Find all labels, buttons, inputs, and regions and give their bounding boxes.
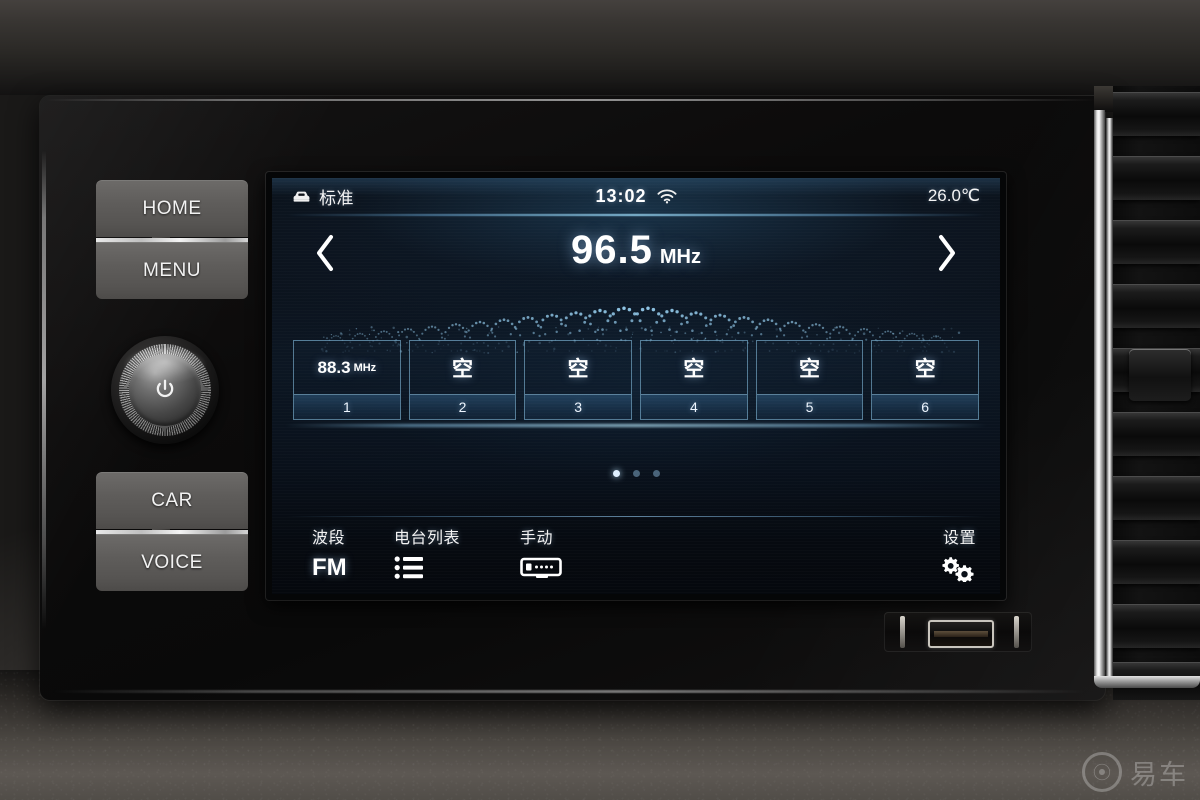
chevron-right-icon [935,233,959,273]
vent-slat[interactable] [1113,284,1200,328]
watermark: ⦿ 易车 [1082,752,1188,792]
preset-index-1: 1 [294,394,400,419]
page-dot-3[interactable] [653,470,660,477]
preset-unit-1: MHz [354,362,377,374]
wifi-icon [657,189,677,204]
car-button[interactable]: CAR [96,472,248,529]
dashboard-upper-trim [0,0,1200,95]
band-label: 波段 [312,524,347,548]
watermark-text: 易车 [1130,753,1188,792]
settings-button[interactable]: 设置 [938,524,976,582]
home-button[interactable]: HOME [96,180,248,237]
power-volume-knob[interactable] [111,336,219,444]
station-list-button[interactable]: 电台列表 [394,524,460,582]
preset-value-text-4: 空 [683,353,704,383]
vent-chrome-bottom-trim [1094,676,1200,688]
preset-value-2: 空 [410,341,516,394]
tuner-row: 96.5 MHz [272,222,1000,284]
temperature-unit: ℃ [961,186,980,206]
infotainment-screen[interactable]: 标准 13:02 26.0 ℃ 96.5 MHz 88.3 MHz 1 空 2 … [272,178,1000,594]
preset-button-1[interactable]: 88.3 MHz 1 [293,340,401,420]
voice-button-label: VOICE [141,552,203,574]
vent-slat[interactable] [1113,604,1200,648]
preset-index-3: 3 [525,394,631,419]
preset-button-6[interactable]: 空 6 [871,340,979,420]
preset-value-5: 空 [757,341,863,394]
head-unit-bottom-edge [52,690,1087,693]
settings-icon-wrap [938,554,976,582]
gears-icon [938,554,976,582]
vent-slat[interactable] [1113,92,1200,136]
status-bar-center: 13:02 [272,186,1000,207]
preset-value-4: 空 [641,341,747,394]
home-button-label: HOME [143,198,202,220]
manual-label: 手动 [520,524,562,548]
usb-port[interactable] [928,620,994,648]
menu-button[interactable]: MENU [96,242,248,299]
page-dot-2[interactable] [633,470,640,477]
head-unit-left-chrome-trim [42,150,46,630]
vent-chrome-trim-outer [1094,110,1105,680]
preset-index-6: 6 [872,394,978,419]
page-indicator[interactable] [272,470,1000,477]
vent-direction-knob[interactable] [1129,349,1191,401]
power-icon [152,377,178,403]
vent-slat[interactable] [1113,412,1200,456]
preset-value-text-1: 88.3 [317,358,350,378]
list-icon [394,555,424,581]
manual-icon-wrap [520,554,562,582]
preset-button-4[interactable]: 空 4 [640,340,748,420]
status-bar-right: 26.0 ℃ [928,186,980,206]
station-list-icon-wrap [394,554,460,582]
vent-slat[interactable] [1113,476,1200,520]
next-station-button[interactable] [924,230,970,276]
frequency-unit: MHz [660,246,701,268]
preset-button-2[interactable]: 空 2 [409,340,517,420]
preset-index-4: 4 [641,394,747,419]
page-dot-1[interactable] [613,470,620,477]
manual-tuner-icon [520,556,562,580]
vent-slat[interactable] [1113,540,1200,584]
band-button[interactable]: 波段 FM [312,524,347,582]
vent-chrome-trim-inner [1106,118,1113,680]
status-bar-divider [286,214,986,216]
preset-index-5: 5 [757,394,863,419]
knob-face [129,354,201,426]
preset-value-text-5: 空 [799,353,820,383]
vent-slat[interactable] [1113,220,1200,264]
preset-index-2: 2 [410,394,516,419]
preset-value-text-2: 空 [452,353,473,383]
status-bar: 标准 13:02 26.0 ℃ [272,178,1000,214]
preset-underglow [284,424,988,427]
yiche-logo-icon: ⦿ [1082,752,1122,792]
usb-bracket-left [900,616,905,648]
menu-button-label: MENU [143,260,201,282]
manual-tune-button[interactable]: 手动 [520,524,562,582]
preset-value-text-3: 空 [568,353,589,383]
head-unit-top-edge [46,99,1096,101]
preset-button-3[interactable]: 空 3 [524,340,632,420]
bottom-toolbar: 波段 FM 电台列表 手动 设置 [272,524,1000,594]
frequency-value: 96.5 [571,228,653,272]
temperature-value: 26.0 [928,186,961,206]
voice-button[interactable]: VOICE [96,534,248,591]
preset-button-5[interactable]: 空 5 [756,340,864,420]
band-value: FM [312,554,347,582]
preset-value-6: 空 [872,341,978,394]
preset-value-text-6: 空 [915,353,936,383]
station-list-label: 电台列表 [394,524,460,548]
usb-bracket-right [1014,616,1019,648]
settings-label: 设置 [943,524,976,548]
preset-value-1: 88.3 MHz [294,341,400,394]
toolbar-divider [286,516,986,517]
air-vent[interactable] [1113,86,1200,700]
clock: 13:02 [595,186,646,207]
vent-slat[interactable] [1113,156,1200,200]
preset-value-3: 空 [525,341,631,394]
preset-list: 88.3 MHz 1 空 2 空 3 空 4 空 5 空 6 [293,340,979,420]
current-frequency: 96.5 MHz [272,228,1000,273]
car-button-label: CAR [151,490,193,512]
